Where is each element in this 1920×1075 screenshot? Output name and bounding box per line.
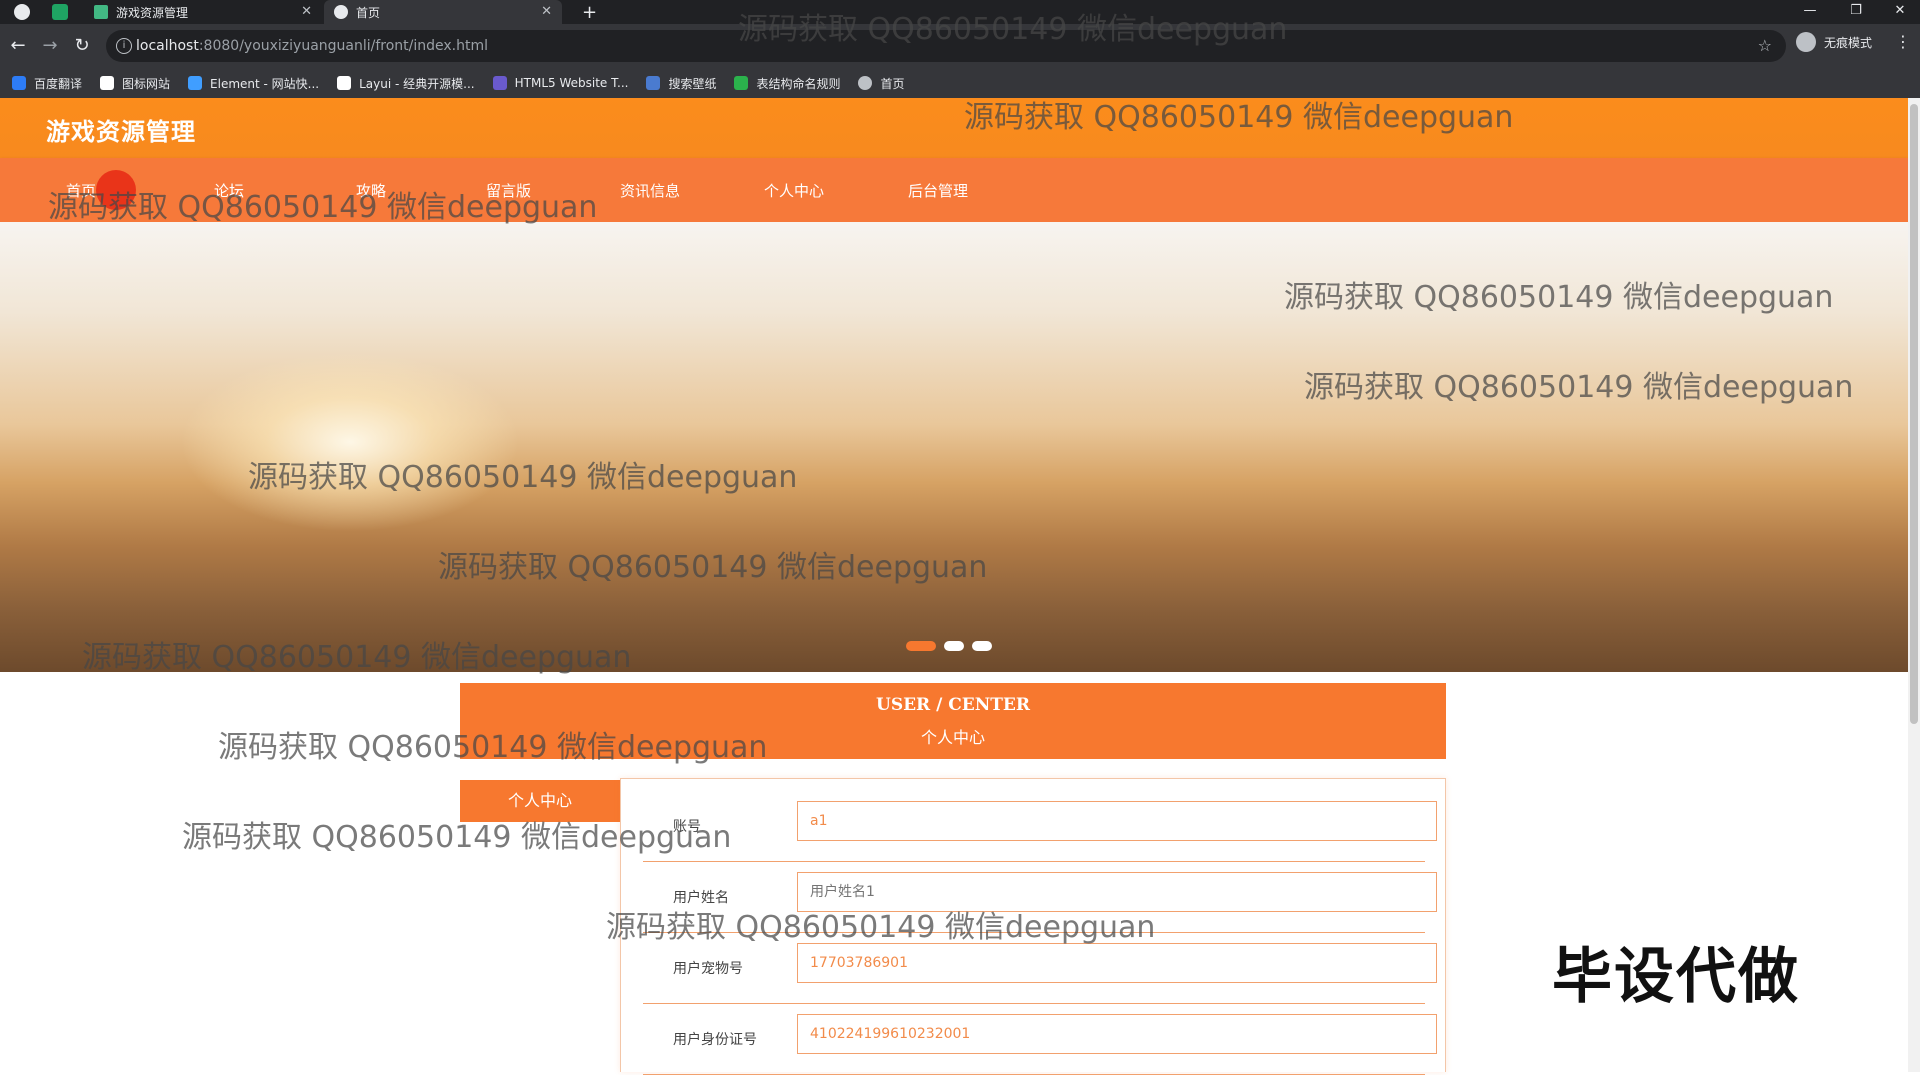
bookmark-item[interactable]: 百度翻译 [12, 75, 82, 92]
nav-news[interactable]: 资讯信息 [620, 180, 680, 201]
tab-game-resource[interactable]: 游戏资源管理 ✕ [84, 0, 322, 24]
bookmark-favicon-icon [188, 76, 203, 90]
globe-icon [334, 5, 348, 19]
restore-icon[interactable]: ❐ [1836, 0, 1876, 24]
site-header: 游戏资源管理 [0, 98, 1908, 158]
bookmarks-bar: 百度翻译 图标网站 Element - 网站快... Layui - 经典开源模… [0, 68, 1920, 98]
watermark: 源码获取 QQ86050149 微信deepguan [182, 820, 732, 855]
bookmark-favicon-icon [337, 76, 352, 90]
bookmark-favicon-icon [12, 76, 26, 90]
heading-en: USER / CENTER [876, 695, 1030, 715]
bookmark-star-icon[interactable]: ☆ [1758, 30, 1772, 62]
site-info-icon[interactable]: i [116, 38, 132, 54]
pet-id-input[interactable] [797, 943, 1437, 983]
carousel-dot[interactable] [944, 641, 964, 651]
bookmark-item[interactable]: 首页 [858, 75, 905, 92]
carousel-dot[interactable] [906, 641, 936, 651]
watermark: 源码获取 QQ86050149 微信deepguan [738, 12, 1288, 47]
forward-icon[interactable]: → [38, 34, 62, 58]
site-title: 游戏资源管理 [46, 118, 196, 146]
browser-menu-dots-icon[interactable]: ⋮ [1895, 32, 1911, 51]
bookmark-item[interactable]: 图标网站 [100, 75, 170, 92]
bookmark-item[interactable]: HTML5 Website T... [492, 76, 628, 90]
reload-icon[interactable]: ↻ [70, 34, 94, 58]
bookmark-favicon-icon [100, 76, 115, 90]
watermark: 源码获取 QQ86050149 微信deepguan [82, 640, 632, 675]
vue-icon [94, 5, 108, 19]
watermark: 源码获取 QQ86050149 微信deepguan [48, 190, 598, 225]
nav-user-center[interactable]: 个人中心 [764, 180, 824, 201]
close-tab-icon[interactable]: ✕ [301, 4, 312, 19]
profile-label: 无痕模式 [1824, 35, 1873, 50]
id-card-input[interactable] [797, 1014, 1437, 1054]
field-label: 用户宠物号 [673, 961, 743, 977]
bookmark-favicon-icon [858, 76, 873, 90]
watermark: 源码获取 QQ86050149 微信deepguan [1304, 370, 1854, 405]
watermark: 源码获取 QQ86050149 微信deepguan [606, 910, 1156, 945]
banner-image [180, 352, 520, 532]
back-icon[interactable]: ← [6, 34, 30, 58]
bookmark-item[interactable]: 搜索壁纸 [646, 75, 716, 92]
bookmark-item[interactable]: Element - 网站快... [188, 75, 319, 92]
url-host: localhost [136, 38, 199, 54]
browser-menu-icon[interactable] [14, 4, 30, 20]
watermark: 源码获取 QQ86050149 微信deepguan [248, 460, 798, 495]
minimize-icon[interactable]: — [1790, 0, 1830, 24]
bookmark-favicon-icon [492, 76, 507, 90]
incognito-icon [1796, 32, 1816, 52]
bookmark-item[interactable]: Layui - 经典开源模... [337, 75, 475, 92]
close-window-icon[interactable]: ✕ [1880, 0, 1920, 24]
incognito-profile[interactable]: 无痕模式 [1796, 30, 1872, 54]
promo-badge: 毕设代做 [1552, 942, 1800, 1012]
tab-title: 首页 [356, 5, 381, 20]
new-tab-button[interactable]: + [572, 0, 598, 24]
watermark: 源码获取 QQ86050149 微信deepguan [218, 730, 768, 765]
url-path: :8080/youxiziyuanguanli/front/index.html [198, 38, 489, 54]
bookmark-item[interactable]: 表结构命名规则 [734, 75, 840, 92]
field-label: 用户身份证号 [673, 1032, 757, 1048]
watermark: 源码获取 QQ86050149 微信deepguan [438, 550, 988, 585]
page-scrollbar[interactable] [1908, 98, 1920, 1072]
bookmark-favicon-icon [734, 76, 749, 90]
nav-admin[interactable]: 后台管理 [908, 180, 968, 201]
watermark: 源码获取 QQ86050149 微信deepguan [1284, 280, 1834, 315]
tab-home[interactable]: 首页 ✕ [324, 0, 562, 24]
bookmark-favicon-icon [646, 76, 661, 90]
form-row-account: 账号 [643, 791, 1437, 862]
account-input[interactable] [797, 801, 1437, 841]
carousel-indicators [906, 641, 992, 653]
scrollbar-thumb[interactable] [1910, 104, 1918, 724]
watermark: 源码获取 QQ86050149 微信deepguan [964, 100, 1514, 135]
close-tab-icon[interactable]: ✕ [541, 4, 552, 19]
tab-title: 游戏资源管理 [116, 5, 189, 20]
form-row-id-card: 用户身份证号 [643, 1004, 1437, 1075]
carousel-dot[interactable] [972, 641, 992, 651]
extension-icon[interactable] [52, 4, 68, 20]
